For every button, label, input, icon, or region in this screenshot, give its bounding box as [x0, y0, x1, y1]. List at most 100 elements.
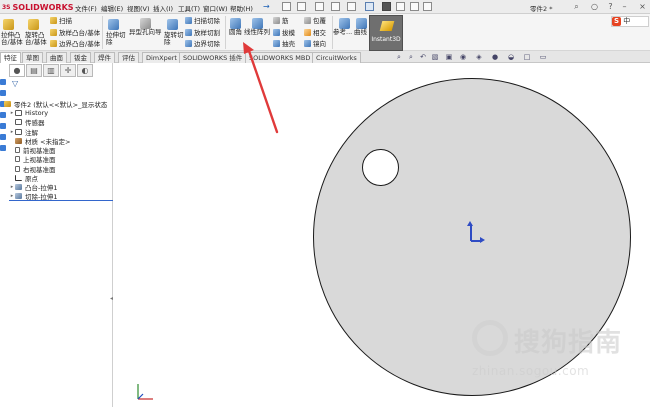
dimxpert-manager-tab-icon[interactable]: ✛	[60, 64, 76, 77]
view-settings-icon[interactable]: □	[523, 53, 531, 61]
menu-file[interactable]: 文件(F)	[75, 3, 97, 13]
zoom-area-icon[interactable]: ⌕	[407, 53, 415, 61]
ime-language: 中	[623, 17, 631, 25]
tree-root-label: 零件2 (默认<<默认>_显示状态	[14, 100, 108, 109]
wrap-button[interactable]: 包覆	[304, 17, 326, 25]
wrap-icon	[304, 17, 311, 24]
help-icon[interactable]: ?	[606, 2, 615, 11]
rebuild-icon[interactable]	[382, 2, 391, 11]
tree-item-front-plane[interactable]: 前视基准面	[9, 145, 113, 155]
cut-hole[interactable]	[362, 149, 399, 186]
user-icon[interactable]: ○	[590, 2, 599, 11]
fillet-button[interactable]: 圆角	[229, 29, 242, 36]
design-library-icon[interactable]	[0, 90, 6, 96]
property-manager-tab-icon[interactable]: ▤	[26, 64, 42, 77]
draft-button[interactable]: 拔模	[273, 29, 295, 37]
search-commands-icon[interactable]: ⌕	[572, 2, 581, 11]
options-dropdown-icon[interactable]	[423, 2, 432, 11]
tree-item-label: History	[25, 108, 49, 117]
display-style-icon[interactable]: ◉	[459, 53, 467, 61]
reference-triad-icon	[137, 384, 153, 400]
edit-appearance-icon[interactable]: ●	[491, 53, 499, 61]
menu-tools[interactable]: 工具(T)	[178, 3, 200, 13]
extrude-cut-button[interactable]: 拉伸切 除	[106, 32, 126, 46]
tree-item-right-plane[interactable]: 右视基准面	[9, 164, 113, 174]
view-palette-icon[interactable]	[0, 112, 6, 118]
undo-icon[interactable]	[347, 2, 356, 11]
tab-weldments[interactable]: 焊件	[94, 52, 115, 63]
tab-sheet-metal[interactable]: 钣金	[70, 52, 91, 63]
print-icon[interactable]	[331, 2, 340, 11]
tree-root[interactable]: 零件2 (默认<<默认>_显示状态	[4, 99, 113, 109]
display-manager-tab-icon[interactable]: ◐	[77, 64, 93, 77]
tree-item-origin[interactable]: 原点	[9, 173, 113, 183]
solidworks-logo[interactable]: 3S SOLIDWORKS	[2, 2, 74, 12]
revolve-boss-button[interactable]: 旋转凸 台/基体	[25, 32, 47, 46]
reference-geometry-button[interactable]: 参考...	[333, 29, 352, 36]
tree-item-top-plane[interactable]: 上视基准面	[9, 155, 113, 164]
configuration-manager-tab-icon[interactable]: ▥	[43, 64, 59, 77]
minimize-icon[interactable]: –	[620, 2, 629, 11]
sogou-icon: S	[612, 17, 621, 26]
extrude-boss-button[interactable]: 拉伸凸 台/基体	[1, 32, 23, 46]
instant3d-icon	[379, 21, 395, 31]
custom-properties-icon[interactable]	[0, 134, 6, 140]
select-icon[interactable]	[365, 2, 374, 11]
menu-view[interactable]: 视图(V)	[127, 3, 150, 13]
intersect-label: 相交	[313, 29, 326, 37]
tab-dimxpert[interactable]: DimXpert	[142, 52, 181, 63]
sweep-button[interactable]: 扫描	[50, 17, 72, 25]
boundary-cut-button[interactable]: 边界切除	[185, 40, 220, 48]
tree-item-sensors[interactable]: 传感器	[9, 118, 113, 127]
tab-evaluate[interactable]: 评估	[118, 52, 139, 63]
sogou-ime-bar[interactable]: S 中	[611, 16, 649, 27]
boundary-boss-button[interactable]: 边界凸台/基体	[50, 40, 100, 48]
save-icon[interactable]	[315, 2, 324, 11]
curves-button[interactable]: 曲线	[354, 29, 367, 36]
feature-manager-tab-icon[interactable]: ●	[9, 64, 25, 77]
new-document-icon[interactable]	[282, 2, 291, 11]
filter-icon[interactable]: ▽	[12, 79, 18, 88]
forum-icon[interactable]	[0, 145, 6, 151]
tab-sketch[interactable]: 草图	[22, 52, 43, 63]
sweep-cut-button[interactable]: 扫描切除	[185, 17, 220, 25]
revolve-cut-button[interactable]: 旋转切 除	[164, 32, 184, 46]
tree-item-cut-extrude[interactable]: ▸ 切除-拉伸1	[9, 192, 113, 202]
intersect-button[interactable]: 相交	[304, 29, 326, 37]
instant3d-button[interactable]: Instant3D	[369, 15, 403, 51]
tree-item-material[interactable]: 材质 <未指定>	[9, 136, 113, 146]
hide-show-items-icon[interactable]: ◈	[475, 53, 483, 61]
apply-scene-icon[interactable]: ◒	[507, 53, 515, 61]
menu-window[interactable]: 窗口(W)	[203, 3, 228, 13]
mirror-button[interactable]: 镜向	[304, 40, 326, 48]
loft-cut-button[interactable]: 放样切割	[185, 29, 220, 37]
tree-item-history[interactable]: ▸ History	[9, 108, 113, 117]
shell-label: 抽壳	[282, 40, 295, 48]
close-icon[interactable]: ×	[638, 2, 647, 11]
tab-circuitworks[interactable]: CircuitWorks	[312, 52, 361, 63]
hole-wizard-button[interactable]: 异型孔向导	[129, 29, 162, 36]
mirror-label: 镜向	[313, 40, 326, 48]
view-orientation-icon[interactable]: ▣	[445, 53, 453, 61]
menu-help[interactable]: 帮助(H)	[230, 3, 253, 13]
loft-button[interactable]: 放样凸台/基体	[50, 29, 100, 37]
zoom-to-fit-icon[interactable]: ⌕	[395, 53, 403, 61]
open-icon[interactable]	[297, 2, 306, 11]
linear-pattern-button[interactable]: 线性阵列	[244, 29, 270, 36]
tab-solidworks-addins[interactable]: SOLIDWORKS 插件	[179, 52, 247, 63]
file-properties-icon[interactable]	[396, 2, 405, 11]
tree-item-annotations[interactable]: ▸ 注解	[9, 127, 113, 137]
menu-insert[interactable]: 插入(I)	[153, 3, 173, 13]
menu-edit[interactable]: 编辑(E)	[101, 3, 123, 13]
collapse-pane-icon[interactable]: ◂	[110, 295, 113, 302]
tab-surfaces[interactable]: 曲面	[46, 52, 67, 63]
section-view-icon[interactable]: ▧	[431, 53, 439, 61]
display-pane-icon[interactable]: ▭	[539, 53, 547, 61]
previous-view-icon[interactable]: ↶	[419, 53, 427, 61]
options-icon[interactable]	[410, 2, 419, 11]
rib-button[interactable]: 筋	[273, 17, 289, 25]
appearances-icon[interactable]	[0, 123, 6, 129]
home-icon[interactable]	[0, 79, 6, 85]
pin-icon[interactable]: →	[263, 2, 271, 11]
tab-features[interactable]: 特征	[0, 52, 21, 63]
